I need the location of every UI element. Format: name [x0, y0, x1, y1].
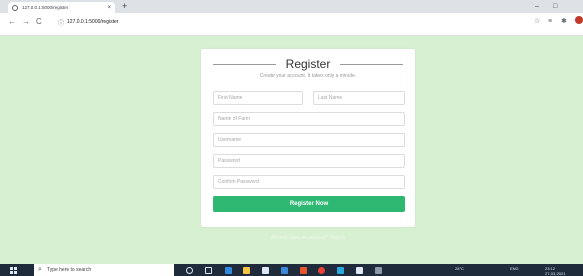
- browser-tab[interactable]: 127.0.0.1:5000/register ×: [8, 2, 115, 13]
- confirm-password-field[interactable]: [213, 175, 405, 189]
- register-now-button[interactable]: Register Now: [213, 196, 405, 212]
- info-icon[interactable]: ⓘ: [58, 18, 64, 27]
- tab-title: 127.0.0.1:5000/register: [22, 5, 69, 10]
- terminal-icon[interactable]: [375, 267, 382, 274]
- cortana-icon[interactable]: [186, 267, 193, 274]
- weather-temperature[interactable]: 28°C: [455, 266, 464, 271]
- browser-toolbar: ← → C ⓘ 127.0.0.1:5000/register ☆ ≡ ✱: [0, 13, 583, 36]
- store-icon[interactable]: [262, 267, 269, 274]
- first-name-field[interactable]: [213, 91, 303, 105]
- notepad-icon[interactable]: [356, 267, 363, 274]
- back-button[interactable]: ←: [8, 17, 16, 27]
- address-bar[interactable]: ⓘ 127.0.0.1:5000/register: [58, 17, 458, 27]
- language-indicator[interactable]: ENG: [510, 266, 519, 271]
- register-heading-row: Register: [213, 57, 403, 71]
- clock-date[interactable]: 27-03-2021: [545, 271, 565, 276]
- password-field[interactable]: [213, 154, 405, 168]
- forward-button[interactable]: →: [22, 17, 30, 27]
- username-field[interactable]: [213, 133, 405, 147]
- windows-start-icon[interactable]: [10, 267, 17, 274]
- menu-icon[interactable]: ≡: [548, 17, 552, 27]
- tab-close-icon[interactable]: ×: [107, 5, 111, 11]
- last-name-field[interactable]: [313, 91, 405, 105]
- vscode-icon[interactable]: [337, 267, 344, 274]
- search-icon: ⌕: [38, 266, 42, 273]
- mail-icon[interactable]: [281, 267, 288, 274]
- new-tab-button[interactable]: +: [122, 1, 127, 12]
- globe-icon: [12, 4, 18, 11]
- profile-avatar[interactable]: [575, 16, 583, 24]
- taskbar: ⌕ Type here to search 28°C ENG 23:12 27-…: [0, 264, 583, 276]
- chrome-icon[interactable]: [318, 267, 325, 274]
- taskbar-search-placeholder[interactable]: Type here to search: [47, 267, 91, 273]
- divider-left: [213, 63, 276, 65]
- sign-in-link[interactable]: Already have an account? Sign in: [201, 235, 415, 241]
- register-card: Register Create your account. It takes o…: [201, 49, 415, 227]
- maximize-button[interactable]: □: [553, 1, 557, 12]
- bookmark-star-icon[interactable]: ☆: [534, 17, 540, 27]
- minimize-button[interactable]: –: [535, 1, 539, 12]
- reload-button[interactable]: C: [36, 17, 42, 27]
- file-explorer-icon[interactable]: [243, 267, 250, 274]
- page-subtitle: Create your account. It takes only a min…: [259, 73, 357, 79]
- farm-name-field[interactable]: [213, 112, 405, 126]
- task-view-icon[interactable]: [205, 267, 212, 274]
- address-url[interactable]: 127.0.0.1:5000/register: [67, 19, 118, 25]
- office-icon[interactable]: [300, 267, 307, 274]
- page-title: Register: [285, 57, 331, 71]
- extensions-icon[interactable]: ✱: [561, 17, 567, 27]
- divider-right: [340, 63, 403, 65]
- taskbar-search[interactable]: ⌕ Type here to search: [34, 264, 174, 276]
- edge-icon[interactable]: [225, 267, 232, 274]
- browser-tab-strip: 127.0.0.1:5000/register × + – □: [0, 0, 583, 13]
